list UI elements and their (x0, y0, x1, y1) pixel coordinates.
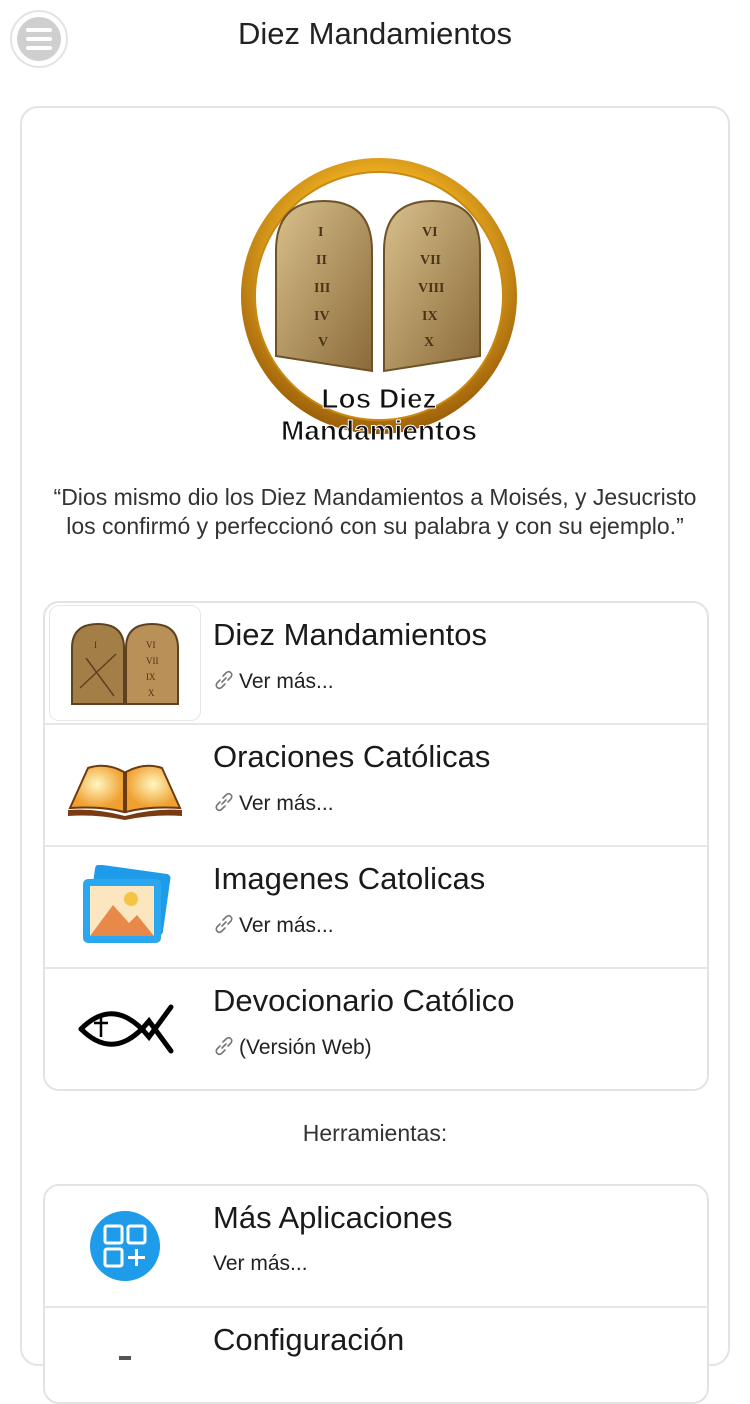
link-icon (215, 914, 233, 934)
svg-text:IX: IX (146, 672, 156, 682)
page-title: Diez Mandamientos (238, 16, 512, 51)
list-item-title: Devocionario Católico (213, 983, 515, 1018)
view-more-text: Ver más... (239, 792, 334, 815)
apps-add-icon (49, 1188, 201, 1304)
svg-text:X: X (424, 335, 434, 350)
svg-text:VI: VI (422, 225, 438, 240)
svg-text:VIII: VIII (418, 281, 444, 296)
svg-text:II: II (316, 253, 327, 268)
logo-text-line1: Los Diez (321, 383, 436, 414)
intro-quote: “Dios mismo dio los Diez Mandamientos a … (53, 484, 697, 539)
view-more-text: Ver más... (239, 670, 334, 693)
web-version-link[interactable]: (Versión Web) (213, 1035, 372, 1060)
image-gallery-icon (49, 849, 201, 965)
svg-text:VI: VI (146, 640, 156, 650)
link-icon (215, 792, 233, 812)
list-item-title: Más Aplicaciones (213, 1200, 453, 1235)
list-item-title: Imagenes Catolicas (213, 861, 486, 896)
svg-text:IX: IX (422, 309, 438, 324)
svg-text:IV: IV (314, 309, 330, 324)
svg-text:I: I (94, 640, 97, 650)
tools-list: Más Aplicaciones Ver más... Configuració… (43, 1184, 709, 1404)
list-item-mas-aplicaciones[interactable]: Más Aplicaciones Ver más... (45, 1186, 707, 1308)
ichthys-fish-icon (49, 971, 201, 1087)
list-item-title: Configuración (213, 1322, 405, 1357)
stone-tablets-icon: I VI VII IX X (49, 605, 201, 721)
svg-text:V: V (318, 335, 328, 350)
view-more-text: Ver más... (213, 1252, 308, 1275)
link-icon (215, 670, 233, 690)
list-item-diez-mandamientos[interactable]: I VI VII IX X Diez Mandamientos Ver más... (45, 603, 707, 725)
content-card: I II III IV V VI VII VIII IX X Los Diez Mandamie… (20, 106, 730, 1404)
svg-text:III: III (314, 281, 330, 296)
link-icon (215, 1036, 233, 1056)
list-item-title: Oraciones Católicas (213, 739, 491, 774)
main-list: I VI VII IX X Diez Mandamientos Ver más... O… (43, 601, 709, 1091)
svg-text:VII: VII (420, 253, 441, 268)
open-bible-icon (49, 727, 201, 843)
view-more-link[interactable]: Ver más... (213, 1252, 308, 1276)
ten-commandments-logo: IIIIIIIVV VIVIIVIIIIXX Los Diez Mandamie… (241, 158, 517, 446)
svg-text:X: X (148, 688, 155, 698)
web-version-text: (Versión Web) (239, 1036, 372, 1059)
list-item-imagenes-catolicas[interactable]: Imagenes Catolicas Ver más... (45, 847, 707, 969)
list-item-oraciones-catolicas[interactable]: Oraciones Católicas Ver más... (45, 725, 707, 847)
settings-icon (49, 1310, 201, 1402)
view-more-text: Ver más... (239, 914, 334, 937)
logo-text-line2: Mandamientos (281, 415, 477, 446)
list-item-title: Diez Mandamientos (213, 617, 487, 652)
list-item-devocionario-catolico[interactable]: Devocionario Católico (Versión Web) (45, 969, 707, 1089)
view-more-link[interactable]: Ver más... (213, 913, 334, 938)
view-more-link[interactable]: Ver más... (213, 669, 334, 694)
svg-text:I: I (318, 225, 323, 240)
list-item-configuracion[interactable]: Configuración (45, 1308, 707, 1402)
tools-section-label: Herramientas: (302, 1120, 448, 1146)
view-more-link[interactable]: Ver más... (213, 791, 334, 816)
svg-text:VII: VII (146, 656, 159, 666)
top-bar: Diez Mandamientos (0, 0, 750, 80)
